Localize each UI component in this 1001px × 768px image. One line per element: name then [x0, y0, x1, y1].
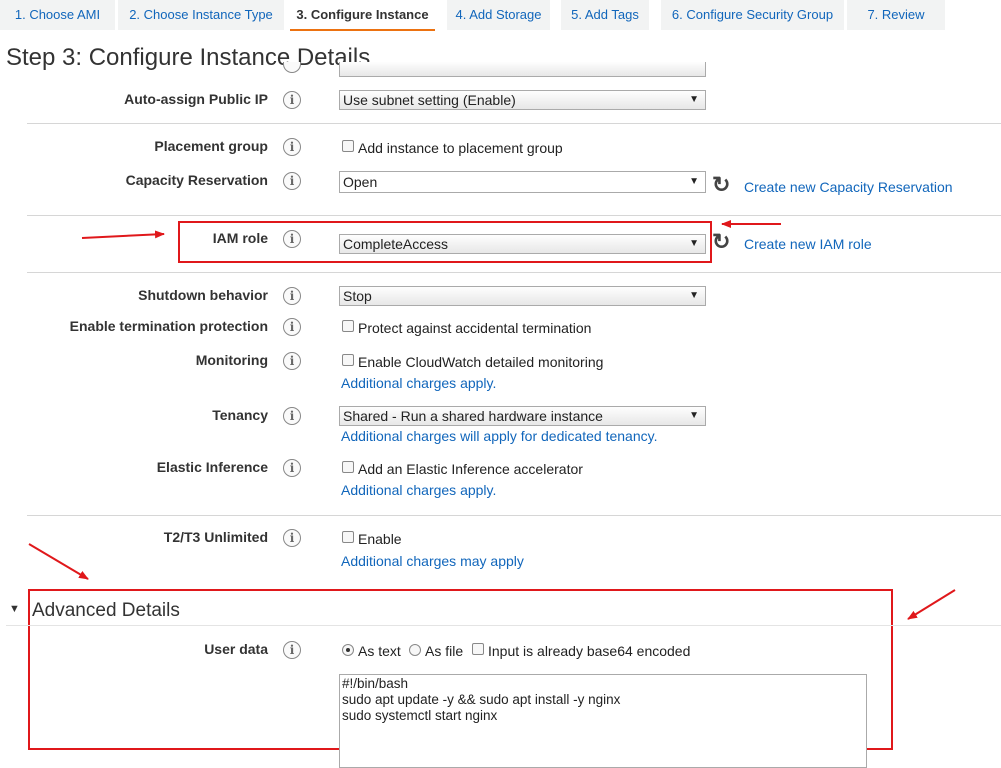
arrow-to-advanced-details-right	[907, 589, 956, 620]
annotation-arrows	[28, 220, 956, 620]
arrow-to-advanced-details-left	[28, 543, 89, 580]
arrow-right-to-iam-role	[81, 230, 165, 239]
